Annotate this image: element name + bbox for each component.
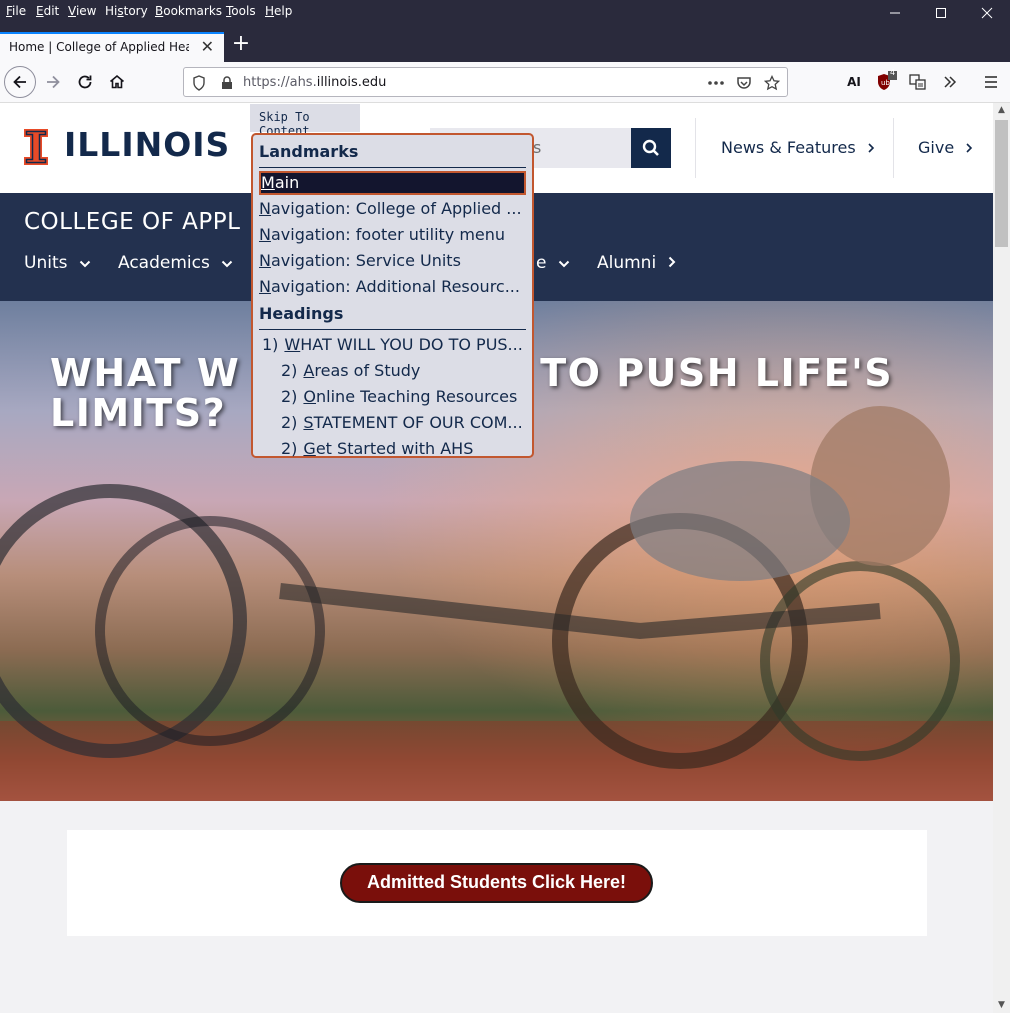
heading-item-areas-of-study[interactable]: 2) Areas of Study (259, 359, 526, 385)
news-features-link[interactable]: News & Features (721, 138, 875, 157)
nav-partial-item[interactable]: e (536, 253, 570, 273)
ublock-icon[interactable]: ub 4 (870, 66, 902, 98)
cta-card: Admitted Students Click Here! (67, 830, 927, 936)
tab-active[interactable]: Home | College of Applied Health S ✕ (0, 32, 224, 62)
chevron-right-icon (868, 143, 874, 153)
menu-separator (259, 167, 526, 168)
nav-toolbar: https://ahs.illinois.edu AI ub 4 (0, 62, 1010, 103)
chevron-right-icon (668, 256, 676, 268)
skip-to-content-button[interactable]: Skip To Content (250, 104, 360, 138)
scrollbar-thumb[interactable] (995, 120, 1008, 247)
home-button[interactable] (101, 66, 133, 98)
lock-icon[interactable] (218, 74, 236, 92)
landmark-item-nav-college[interactable]: Navigation: College of Applied ... (259, 197, 526, 223)
menu-bookmarks[interactable]: Bookmarks (155, 4, 222, 18)
menu-file[interactable]: File (6, 4, 26, 18)
menu-edit[interactable]: Edit (36, 4, 59, 18)
forward-button[interactable] (37, 66, 69, 98)
menu-separator (259, 329, 526, 330)
chevron-down-icon (79, 260, 91, 268)
headings-group-heading: Headings (259, 304, 344, 323)
tab-title: Home | College of Applied Health S (9, 40, 189, 54)
tab-bar: Home | College of Applied Health S ✕ + (0, 24, 1010, 62)
window-close-icon[interactable] (964, 2, 1010, 24)
skip-to-menu: Landmarks Main Navigation: College of Ap… (251, 133, 534, 458)
menu-history[interactable]: History (105, 4, 148, 18)
page-scrollbar[interactable]: ▲ ▼ (993, 103, 1010, 1013)
block-i-logo-icon[interactable] (24, 129, 48, 165)
nav-alumni[interactable]: Alumni (597, 253, 676, 273)
landmark-item-main[interactable]: Main (259, 171, 526, 195)
new-tab-icon[interactable]: + (230, 33, 252, 56)
search-button[interactable] (631, 128, 671, 168)
tab-close-icon[interactable]: ✕ (201, 37, 214, 56)
bookmark-star-icon[interactable] (763, 74, 781, 92)
chevron-down-icon (222, 260, 233, 268)
ai-extension-icon[interactable]: AI (838, 66, 870, 98)
shield-icon[interactable] (190, 74, 208, 92)
nav-academics[interactable]: Academics (118, 253, 233, 273)
back-button[interactable] (4, 66, 36, 98)
url-text: https://ahs.illinois.edu (243, 75, 387, 90)
svg-text:ub: ub (881, 79, 890, 87)
scroll-up-icon[interactable]: ▲ (993, 103, 1010, 118)
reload-button[interactable] (69, 66, 101, 98)
url-bar[interactable]: https://ahs.illinois.edu (183, 67, 788, 97)
ublock-count: 4 (890, 68, 896, 77)
maximize-icon[interactable] (918, 2, 964, 24)
landmark-item-nav-service[interactable]: Navigation: Service Units (259, 249, 526, 275)
page-actions-icon[interactable] (707, 74, 725, 92)
menu-tools[interactable]: Tools (226, 4, 256, 18)
header-divider (695, 118, 696, 178)
heading-item-online-teaching[interactable]: 2) Online Teaching Resources (259, 385, 526, 411)
admitted-students-button[interactable]: Admitted Students Click Here! (340, 863, 653, 903)
translate-icon[interactable] (902, 66, 934, 98)
search-icon (642, 139, 659, 156)
heading-item-1[interactable]: 1) WHAT WILL YOU DO TO PUS... (259, 333, 526, 359)
college-title[interactable]: COLLEGE OF APPL (24, 209, 240, 235)
landmark-item-nav-additional[interactable]: Navigation: Additional Resourc... (259, 275, 526, 301)
nav-units[interactable]: Units (24, 253, 91, 273)
chevron-right-icon (966, 143, 973, 153)
heading-item-statement[interactable]: 2) STATEMENT OF OUR COM... (259, 411, 526, 437)
header-divider (893, 118, 894, 178)
chevron-down-icon (558, 260, 570, 268)
menu-help[interactable]: Help (265, 4, 292, 18)
overflow-chevrons-icon[interactable] (934, 66, 966, 98)
illinois-wordmark[interactable]: ILLINOIS (64, 125, 230, 164)
pocket-icon[interactable] (735, 74, 753, 92)
landmark-item-nav-footer[interactable]: Navigation: footer utility menu (259, 223, 526, 249)
hamburger-menu-icon[interactable] (975, 66, 1007, 98)
minimize-icon[interactable] (872, 2, 918, 24)
heading-item-get-started[interactable]: 2) Get Started with AHS (259, 437, 526, 463)
scroll-down-icon[interactable]: ▼ (993, 998, 1010, 1013)
give-link[interactable]: Give (918, 138, 973, 157)
menu-bar: File Edit View History Bookmarks Tools H… (0, 0, 1010, 24)
menu-view[interactable]: View (68, 4, 96, 18)
landmarks-group-heading: Landmarks (259, 142, 359, 161)
